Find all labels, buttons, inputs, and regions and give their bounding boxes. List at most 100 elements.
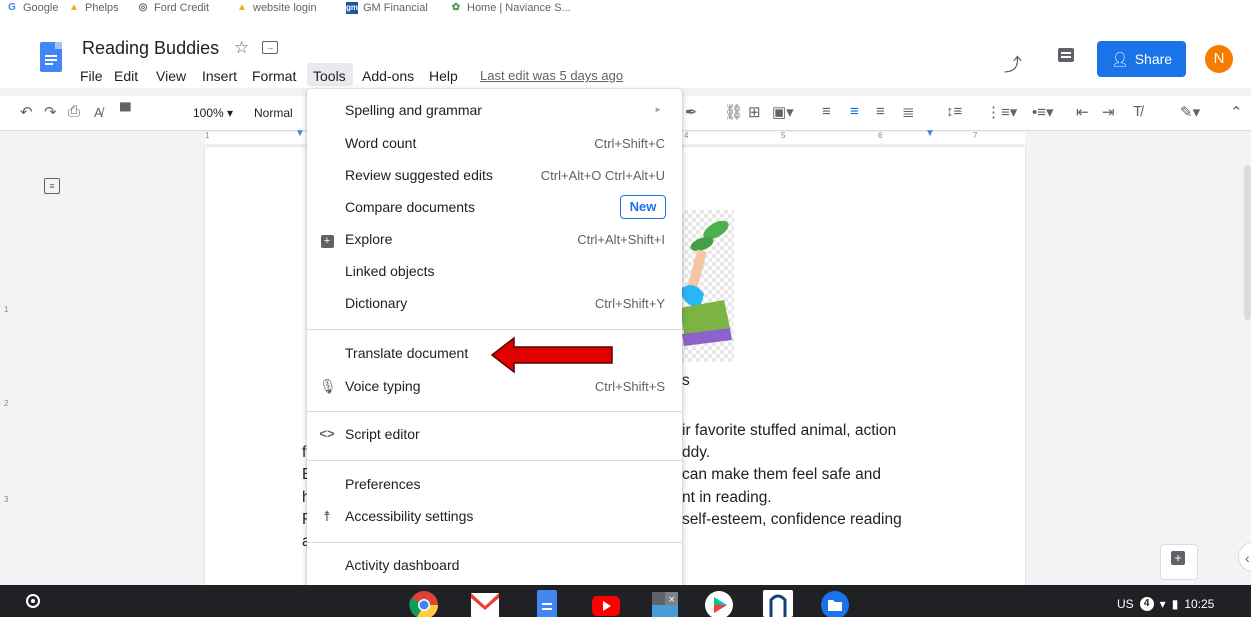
numbered-list-icon[interactable]: ⋮≡▾	[986, 103, 1017, 121]
files-app-icon[interactable]	[820, 590, 850, 617]
menu-format[interactable]: Format	[252, 66, 296, 86]
highlight-pen-icon[interactable]: ✒	[685, 103, 698, 121]
menu-item-accessibility-settings[interactable]: ☨ Accessibility settings	[307, 502, 682, 532]
vertical-scrollbar[interactable]	[1244, 165, 1251, 320]
clear-formatting-icon[interactable]: T̸	[1133, 103, 1142, 120]
bookmark-naviance[interactable]: ✿ Home | Naviance S...	[450, 2, 571, 14]
phelps-icon: ▲	[69, 2, 79, 13]
lab-app-icon[interactable]	[763, 590, 793, 617]
menu-item-preferences[interactable]: Preferences	[307, 470, 682, 500]
align-left-icon[interactable]: ≡	[822, 103, 831, 120]
new-badge: New	[620, 195, 666, 219]
doc-heading-fragment: s	[682, 372, 690, 389]
bookmark-google[interactable]: G Google	[6, 2, 58, 14]
align-right-icon[interactable]: ≡	[876, 103, 885, 120]
redo-icon[interactable]: ↷	[44, 103, 57, 121]
collapse-toolbar-icon[interactable]: ⌃	[1230, 103, 1243, 121]
increase-indent-icon[interactable]: ⇥	[1102, 103, 1115, 121]
bookmark-phelps[interactable]: ▲ Phelps	[68, 2, 119, 14]
spellcheck-icon[interactable]: A̸	[94, 105, 103, 120]
menu-item-voice-typing[interactable]: 🎙︎ Voice typing Ctrl+Shift+S	[307, 372, 682, 402]
reading-child-illustration[interactable]	[680, 210, 734, 362]
website-icon: ▲	[237, 2, 247, 13]
left-indent-marker[interactable]: ▼	[295, 128, 305, 139]
document-title[interactable]: Reading Buddies	[82, 38, 219, 59]
vruler-mark: 2	[4, 399, 9, 408]
bookmarks-bar: G Google ▲ Phelps ◎ Ford Credit ▲ website lo…	[0, 0, 1251, 22]
move-folder-icon[interactable]: →	[262, 41, 278, 54]
menu-insert[interactable]: Insert	[202, 66, 237, 86]
align-justify-icon[interactable]: ≣	[902, 103, 915, 121]
menu-file[interactable]: File	[80, 66, 103, 86]
align-center-icon[interactable]: ≡	[850, 103, 859, 120]
menu-item-activity-dashboard[interactable]: Activity dashboard	[307, 551, 682, 581]
vertical-ruler: 1 2 3	[0, 147, 14, 587]
docs-logo-icon[interactable]	[40, 42, 62, 72]
menu-item-explore[interactable]: + Explore Ctrl+Alt+Shift+I	[307, 225, 682, 255]
menu-tools[interactable]: Tools	[313, 66, 346, 86]
bookmark-ford-credit[interactable]: ◎ Ford Credit	[137, 2, 209, 14]
menu-separator	[307, 542, 682, 543]
explore-side-button[interactable]	[1160, 544, 1198, 580]
menu-item-review-suggested-edits[interactable]: Review suggested edits Ctrl+Alt+O Ctrl+A…	[307, 161, 682, 191]
avatar[interactable]: N	[1205, 45, 1233, 73]
doc-fragment: f	[302, 444, 307, 461]
share-button[interactable]: 👤︎ Share	[1097, 41, 1186, 77]
gmail-app-icon[interactable]	[470, 590, 500, 617]
vruler-mark: 3	[4, 495, 9, 504]
menu-item-linked-objects[interactable]: Linked objects	[307, 257, 682, 287]
menu-view[interactable]: View	[156, 66, 186, 86]
calculator-app-icon[interactable]: ×	[650, 590, 680, 617]
menu-item-script-editor[interactable]: <> Script editor	[307, 420, 682, 450]
ruler-mark: 4	[684, 131, 689, 140]
activity-trend-icon[interactable]: ⤴	[1004, 51, 1022, 77]
star-icon[interactable]: ☆	[234, 38, 249, 58]
decrease-indent-icon[interactable]: ⇤	[1076, 103, 1089, 121]
undo-icon[interactable]: ↶	[20, 103, 33, 121]
launcher-icon[interactable]	[26, 594, 40, 608]
menu-item-compare-documents[interactable]: Compare documents New	[307, 193, 682, 223]
doc-line: nt in reading.	[682, 489, 772, 506]
doc-line: ir favorite stuffed animal, action	[682, 422, 897, 439]
last-edit-link[interactable]: Last edit was 5 days ago	[480, 68, 623, 83]
bulleted-list-icon[interactable]: •≡▾	[1032, 103, 1054, 121]
docs-app-icon[interactable]	[534, 590, 560, 617]
red-arrow-annotation	[490, 336, 613, 374]
illustration-graphic	[680, 220, 732, 346]
globe-icon: ◎	[138, 2, 148, 13]
submenu-arrow-icon: ►	[654, 105, 662, 114]
document-outline-icon[interactable]: ≡	[44, 178, 60, 194]
insert-comment-icon[interactable]: ⊞	[748, 103, 761, 121]
print-icon[interactable]: ⎙	[68, 103, 80, 120]
style-select[interactable]: Normal	[254, 106, 293, 120]
paint-format-icon[interactable]: ▀	[120, 103, 131, 120]
menu-addons[interactable]: Add-ons	[362, 66, 414, 86]
link-icon[interactable]: ⛓	[724, 103, 743, 121]
zoom-select[interactable]: 100% ▾	[193, 106, 233, 120]
comment-icon[interactable]	[1058, 48, 1074, 62]
menu-separator	[307, 329, 682, 330]
play-store-app-icon[interactable]	[704, 590, 734, 617]
menu-item-dictionary[interactable]: Dictionary Ctrl+Shift+Y	[307, 289, 682, 319]
ruler-mark: 5	[781, 131, 786, 140]
right-indent-marker[interactable]: ▼	[925, 128, 935, 139]
editing-mode-icon[interactable]: ✎▾	[1180, 103, 1200, 121]
menu-item-word-count[interactable]: Word count Ctrl+Shift+C	[307, 129, 682, 159]
bookmark-website-login[interactable]: ▲ website login	[236, 2, 317, 14]
youtube-app-icon[interactable]	[591, 590, 621, 617]
ruler-mark: 7	[973, 131, 978, 140]
system-tray[interactable]: US 4 ▾ ▮ 10:25	[1117, 597, 1214, 611]
menu-edit[interactable]: Edit	[114, 66, 138, 86]
expand-side-panel-icon[interactable]: ‹	[1238, 542, 1251, 572]
line-spacing-icon[interactable]: ↕≡	[946, 103, 962, 120]
ruler-mark: 1	[205, 131, 210, 140]
bookmark-gm-financial[interactable]: gm GM Financial	[346, 2, 428, 14]
doc-line: ddy.	[682, 444, 711, 461]
person-icon: 👤︎	[1110, 50, 1129, 67]
menu-item-spelling-grammar[interactable]: Spelling and grammar ►	[307, 96, 682, 126]
menu-help[interactable]: Help	[429, 66, 458, 86]
insert-image-icon[interactable]: ▣▾	[772, 103, 794, 121]
os-taskbar	[0, 585, 1251, 617]
menu-separator	[307, 460, 682, 461]
chrome-app-icon[interactable]	[409, 590, 439, 617]
